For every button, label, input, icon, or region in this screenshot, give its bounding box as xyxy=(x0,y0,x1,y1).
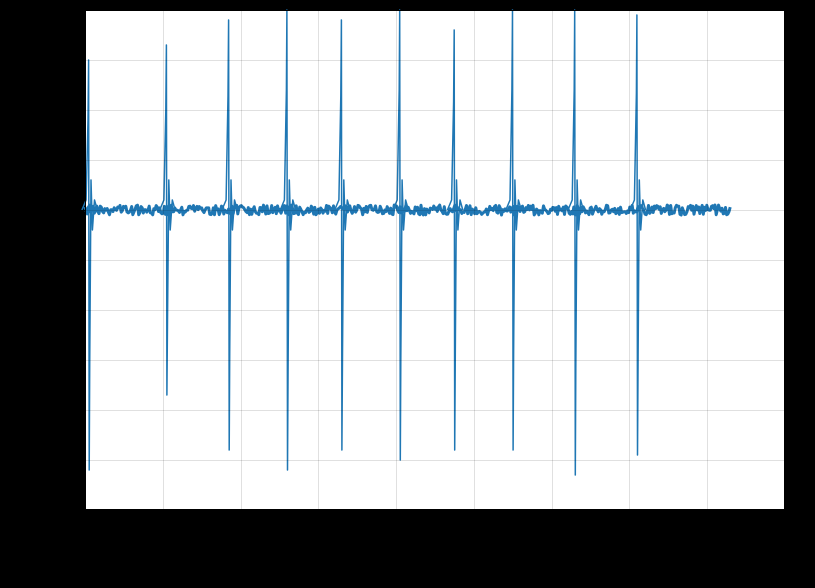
grid-hline xyxy=(85,510,785,511)
y-tick xyxy=(79,510,85,511)
grid-hline xyxy=(85,360,785,361)
x-tick-label: 2 xyxy=(236,518,244,535)
axis-box xyxy=(85,10,86,510)
axis-box xyxy=(85,509,785,510)
y-tick-label: 0.1 xyxy=(54,152,75,169)
axis-box xyxy=(784,10,785,510)
x-multiplier-label: ×105 xyxy=(765,534,793,551)
x-tick xyxy=(785,510,786,516)
y-tick-label: -0.1 xyxy=(49,252,75,269)
x-tick-label: 9 xyxy=(781,518,789,535)
y-tick-label: -0.6 xyxy=(49,502,75,519)
y-tick-label: -0.2 xyxy=(49,302,75,319)
x-tick-label: 8 xyxy=(703,518,711,535)
grid-hline xyxy=(85,310,785,311)
grid-hline xyxy=(85,460,785,461)
y-tick-label: 0.4 xyxy=(54,2,75,19)
x-tick-label: 6 xyxy=(547,518,555,535)
grid-vline xyxy=(785,10,786,510)
y-tick-label: -0.3 xyxy=(49,352,75,369)
x-tick-label: 1 xyxy=(159,518,167,535)
y-tick-label: 0.3 xyxy=(54,52,75,69)
x-tick-label: 5 xyxy=(470,518,478,535)
x-axis-title: Time (seconds) xyxy=(380,544,490,562)
x-tick-label: 4 xyxy=(392,518,400,535)
y-tick-label: 0.2 xyxy=(54,102,75,119)
y-axis-title: Amplitude xyxy=(16,224,34,295)
x-tick-label: 7 xyxy=(625,518,633,535)
grid-hline xyxy=(85,260,785,261)
grid-hline xyxy=(85,210,785,211)
y-tick-label: -0.4 xyxy=(49,402,75,419)
grid-hline xyxy=(85,110,785,111)
x-tick-label: 3 xyxy=(314,518,322,535)
axis-box xyxy=(85,10,785,11)
y-tick-label: -0.5 xyxy=(49,452,75,469)
x-tick-label: 0 xyxy=(81,518,89,535)
grid-hline xyxy=(85,60,785,61)
grid-hline xyxy=(85,410,785,411)
chart-canvas: 0 1 2 3 4 5 6 7 8 9 -0.6 -0.5 -0.4 -0.3 -0.2 -0.1 0 0.1 0.… xyxy=(0,0,815,588)
grid-hline xyxy=(85,160,785,161)
y-tick-label: 0 xyxy=(67,202,75,219)
